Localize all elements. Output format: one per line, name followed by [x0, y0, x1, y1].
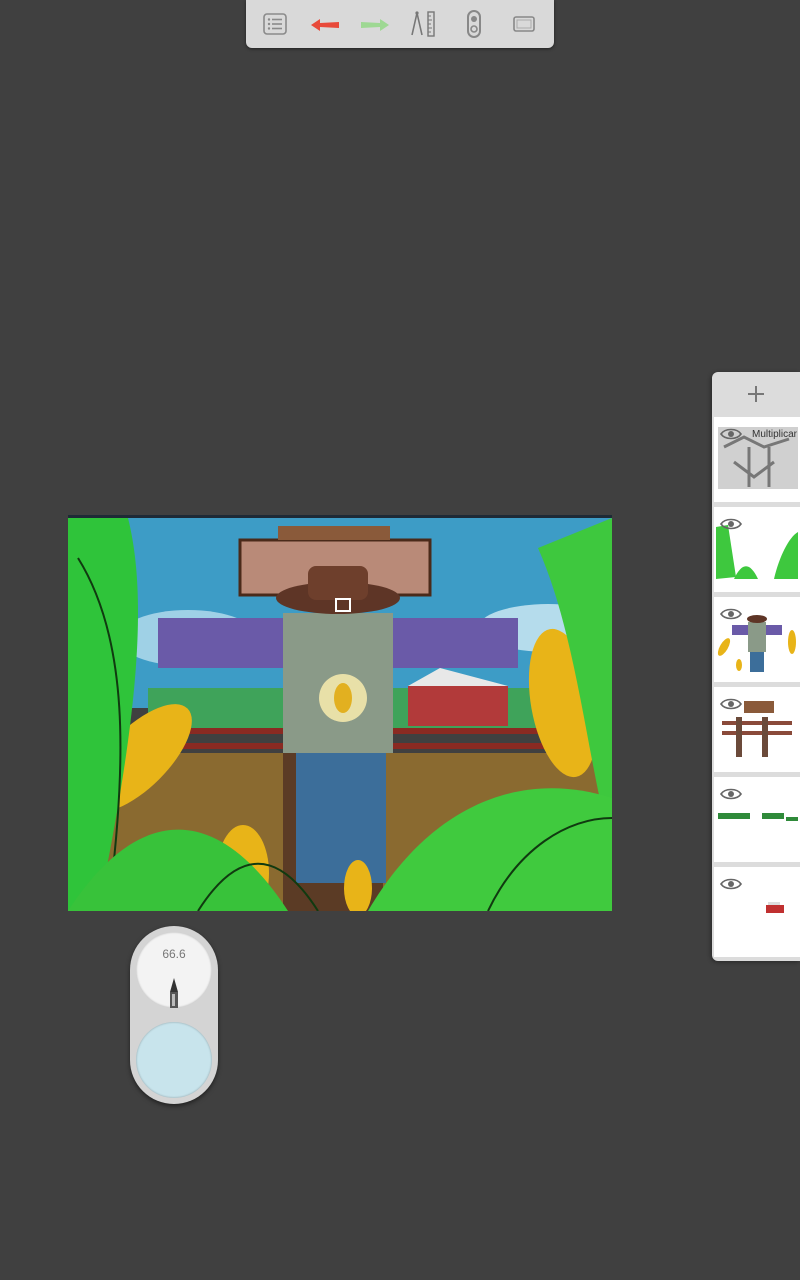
layer-item[interactable]	[714, 687, 800, 772]
eye-icon[interactable]	[720, 697, 742, 711]
eye-icon[interactable]	[720, 427, 742, 441]
eye-icon[interactable]	[720, 877, 742, 891]
pen-nib-icon	[170, 978, 178, 1008]
plus-icon	[748, 386, 764, 402]
ruler-compass-icon[interactable]	[407, 8, 441, 40]
layer-item[interactable]	[714, 507, 800, 592]
top-toolbar	[246, 0, 554, 48]
layer-blend-mode: Multiplicar	[752, 429, 798, 440]
undo-icon[interactable]	[308, 8, 342, 40]
layer-item[interactable]	[714, 777, 800, 862]
add-layer-button[interactable]	[712, 372, 800, 416]
eye-icon[interactable]	[720, 787, 742, 801]
layers-panel: Multiplicar	[712, 372, 800, 961]
symmetry-icon[interactable]	[457, 8, 491, 40]
brush-widget: 66.6	[130, 926, 218, 1104]
eye-icon[interactable]	[720, 517, 742, 531]
layer-item[interactable]	[714, 867, 800, 957]
fullscreen-icon[interactable]	[507, 8, 541, 40]
redo-icon[interactable]	[358, 8, 392, 40]
drawing-canvas[interactable]	[68, 515, 612, 914]
layer-item[interactable]	[714, 597, 800, 682]
brush-size-button[interactable]: 66.6	[136, 932, 212, 1008]
brush-size-value: 66.6	[162, 947, 186, 961]
layer-item[interactable]: Multiplicar	[714, 417, 800, 502]
list-icon[interactable]	[258, 8, 292, 40]
eye-icon[interactable]	[720, 607, 742, 621]
brush-color-button[interactable]	[136, 1022, 212, 1098]
